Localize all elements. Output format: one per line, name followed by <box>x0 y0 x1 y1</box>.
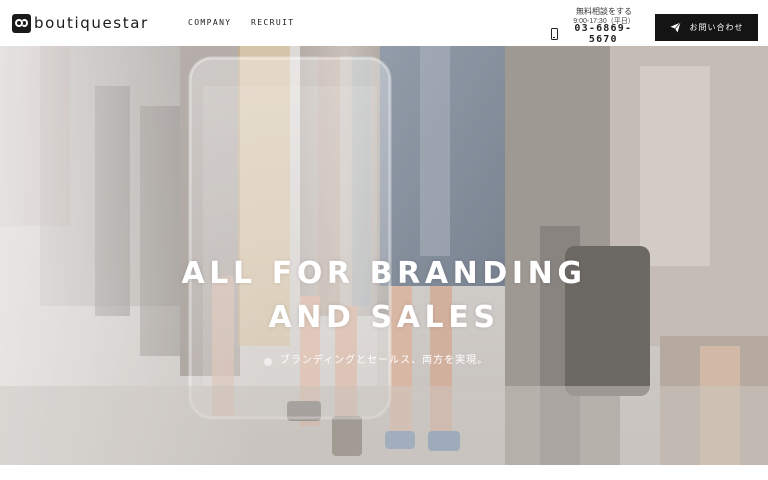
logo-text: boutiquestar <box>34 14 149 32</box>
hero-title-line-1: ALL FOR BRANDING <box>181 256 587 291</box>
hero-subtitle: ブランディングとセールス、両方を実現。 <box>279 355 489 366</box>
phone-number: 03-6869-5670 <box>574 23 633 45</box>
logo-mark-icon <box>12 13 31 33</box>
below-hero-strip <box>0 465 768 480</box>
free-consultation-label: 無料相談をする <box>576 7 632 16</box>
nav-recruit-link[interactable]: RECRUIT <box>251 18 295 28</box>
paper-plane-icon <box>669 22 681 33</box>
contact-button[interactable]: お問い合わせ <box>655 14 758 41</box>
phone-icon <box>551 28 558 40</box>
nav-company-link[interactable]: COMPANY <box>188 18 232 28</box>
contact-button-label: お問い合わせ <box>689 23 744 32</box>
logo[interactable]: boutiquestar <box>12 13 149 33</box>
site-header: boutiquestar COMPANY RECRUIT 無料相談をする 9:0… <box>0 0 768 46</box>
hero-title: ALL FOR BRANDING AND SALES <box>0 252 768 340</box>
hero-section: ALL FOR BRANDING AND SALES ブランディングとセールス、… <box>0 46 768 465</box>
phone-link[interactable]: 03-6869-5670 <box>551 23 643 45</box>
contact-block: 無料相談をする 9:00-17:30（平日） 03-6869-5670 <box>551 7 643 45</box>
hero-title-line-2: AND SALES <box>268 300 500 335</box>
